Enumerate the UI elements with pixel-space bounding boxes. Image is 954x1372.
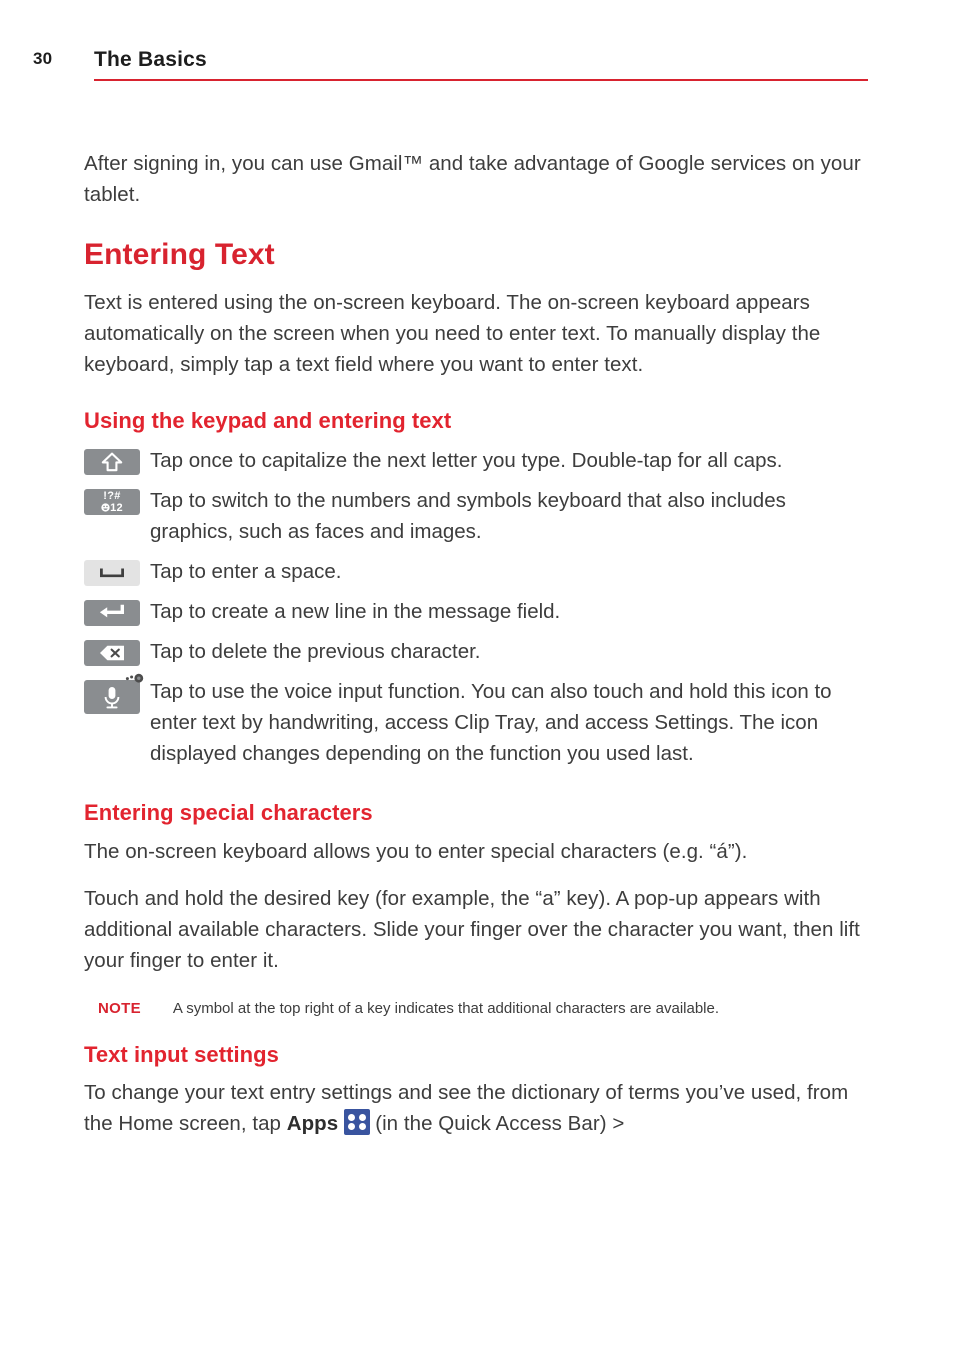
key-row: Tap to delete the previous character. — [84, 636, 874, 667]
apps-label: Apps — [286, 1111, 339, 1135]
text-input-settings-line-2-after: (in the Quick Access Bar) > — [375, 1111, 625, 1135]
backspace-key-icon — [84, 640, 140, 667]
key-icon-cell — [84, 596, 145, 627]
symbols-key-icon: !?# 12 — [84, 489, 140, 516]
key-icon-cell — [84, 556, 145, 587]
subsection-heading-using-keypad: Using the keypad and entering text — [84, 408, 452, 433]
text-input-settings-line-1: To change your text entry settings and s… — [84, 1080, 746, 1104]
space-key-icon — [84, 560, 140, 587]
key-icon-cell — [84, 445, 145, 476]
shift-key-icon — [84, 449, 140, 476]
key-description: Tap to create a new line in the message … — [150, 600, 561, 624]
key-row: Tap to create a new line in the message … — [84, 596, 874, 627]
subsection-heading-text-input-settings: Text input settings — [84, 1041, 279, 1067]
apps-dot — [359, 1113, 367, 1121]
key-description: Tap to delete the previous character. — [150, 640, 481, 664]
keypad-key-list: Tap once to capitalize the next letter y… — [84, 445, 874, 769]
key-row: Tap to use the voice input function. You… — [84, 674, 874, 769]
note-block: NOTE A symbol at the top right of a key … — [84, 998, 874, 1020]
section-heading-entering-text: Entering Text — [84, 238, 275, 271]
key-description: Tap once to capitalize the next letter y… — [150, 449, 783, 473]
symbols-key-top-label: !?# — [103, 490, 121, 503]
apps-grid-icon[interactable] — [344, 1108, 371, 1135]
page-header: 30 The Basics — [0, 48, 954, 82]
subsection-heading-special-characters: Entering special characters — [84, 800, 373, 826]
page-number: 30 — [33, 49, 53, 68]
key-icon-cell: !?# 12 — [84, 485, 145, 516]
page-content: After signing in, you can use Gmail™ and… — [84, 148, 874, 1139]
key-icon-cell — [84, 674, 145, 715]
document-page: 30 The Basics After signing in, you can … — [0, 0, 954, 1372]
text-input-settings-paragraph: To change your text entry settings and s… — [84, 1077, 874, 1139]
special-characters-paragraph-1: The on-screen keyboard allows you to ent… — [84, 839, 748, 863]
microphone-key-icon — [84, 674, 144, 715]
note-text: A symbol at the top right of a key indic… — [172, 999, 720, 1017]
apps-dot — [348, 1113, 356, 1121]
page-header-title: The Basics — [94, 48, 207, 71]
key-description: Tap to switch to the numbers and symbols… — [150, 489, 786, 544]
header-rule — [94, 79, 868, 81]
special-characters-paragraph-2: Touch and hold the desired key (for exam… — [84, 886, 860, 972]
entering-text-paragraph: Text is entered using the on-screen keyb… — [84, 291, 821, 376]
apps-dot — [348, 1122, 356, 1130]
note-label: NOTE — [98, 999, 141, 1017]
intro-paragraph: After signing in, you can use Gmail™ and… — [84, 152, 861, 206]
key-description: Tap to use the voice input function. You… — [150, 680, 832, 766]
key-row: !?# 12 Tap to switch to the numbers and … — [84, 485, 874, 547]
apps-dot — [359, 1122, 367, 1130]
key-description: Tap to enter a space. — [150, 560, 342, 584]
key-icon-cell — [84, 636, 145, 667]
symbols-key-bottom-label: 12 — [84, 502, 140, 514]
enter-key-icon — [84, 600, 140, 627]
key-row: Tap once to capitalize the next letter y… — [84, 445, 874, 476]
key-row: Tap to enter a space. — [84, 556, 874, 587]
